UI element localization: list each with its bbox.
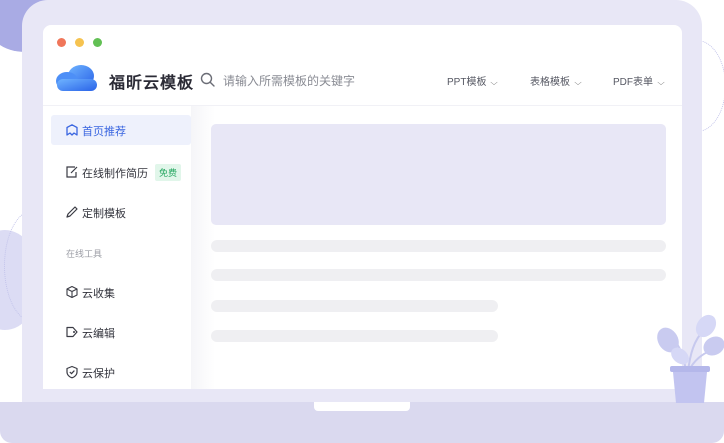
box-icon	[65, 285, 79, 299]
sidebar: 首页推荐 在线制作简历 免费 定制模板 在线工具 云收集 云编辑 云保护	[43, 106, 191, 389]
nav-pdf-forms[interactable]: PDF表单 ⌵	[613, 73, 665, 88]
skeleton-line	[211, 300, 498, 312]
sidebar-item-label: 云收集	[82, 288, 115, 300]
tag-icon	[65, 325, 79, 339]
window-minimize-dot[interactable]	[75, 38, 84, 47]
brand-title[interactable]: 福昕云模板	[109, 69, 194, 93]
nav-label: 表格模板	[530, 77, 570, 88]
pencil-icon	[65, 205, 79, 219]
shield-icon	[65, 365, 79, 379]
sidebar-item-home[interactable]: 首页推荐	[51, 115, 191, 145]
skeleton-line	[211, 269, 666, 281]
app-window: 福昕云模板 请输入所需模板的关键字 PPT模板 ⌵ 表格模板 ⌵ PDF表单 ⌵ 首	[43, 25, 682, 389]
skeleton-line	[211, 330, 498, 342]
sidebar-item-label: 首页推荐	[82, 126, 126, 138]
skeleton-line	[211, 240, 666, 252]
cloud-logo-icon[interactable]	[53, 63, 101, 98]
free-badge: 免费	[155, 164, 182, 181]
home-icon	[65, 123, 79, 137]
sidebar-item-cloud-edit[interactable]: 云编辑	[51, 317, 191, 347]
plant-decor-icon	[650, 310, 724, 409]
search-input[interactable]: 请输入所需模板的关键字	[223, 72, 355, 89]
sidebar-item-label: 云保护	[82, 368, 115, 380]
sidebar-item-cloud-collect[interactable]: 云收集	[51, 277, 191, 307]
nav-table-templates[interactable]: 表格模板 ⌵	[530, 73, 582, 88]
window-maximize-dot[interactable]	[93, 38, 102, 47]
window-close-dot[interactable]	[57, 38, 66, 47]
chevron-down-icon: ⌵	[490, 78, 499, 87]
nav-ppt-templates[interactable]: PPT模板 ⌵	[447, 73, 498, 88]
nav-label: PDF表单	[613, 77, 653, 88]
top-header: 福昕云模板 请输入所需模板的关键字 PPT模板 ⌵ 表格模板 ⌵ PDF表单 ⌵	[43, 55, 682, 105]
section-label-tools: 在线工具	[66, 249, 103, 259]
laptop-notch	[314, 402, 410, 411]
search-icon[interactable]	[200, 72, 215, 92]
edit-doc-icon	[65, 165, 79, 179]
sidebar-item-cloud-protect[interactable]: 云保护	[51, 357, 191, 387]
sidebar-item-resume[interactable]: 在线制作简历 免费	[51, 157, 191, 187]
nav-label: PPT模板	[447, 77, 487, 88]
chevron-down-icon: ⌵	[574, 78, 582, 87]
chevron-down-icon: ⌵	[657, 78, 665, 87]
banner-placeholder	[211, 124, 666, 225]
sidebar-item-label: 云编辑	[82, 328, 115, 340]
sidebar-item-label: 定制模板	[82, 208, 126, 220]
sidebar-item-label: 在线制作简历	[82, 168, 148, 180]
sidebar-item-custom-templates[interactable]: 定制模板	[51, 197, 191, 227]
